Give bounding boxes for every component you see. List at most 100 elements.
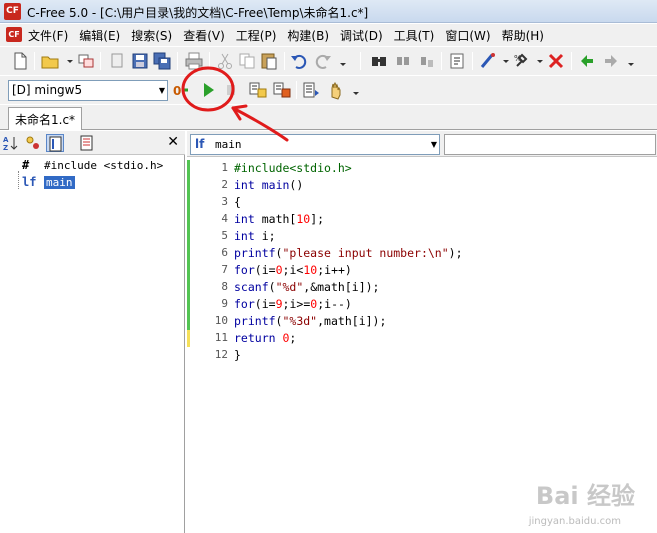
code-line[interactable]: int math[10]; (234, 211, 324, 228)
redo-icon[interactable] (313, 51, 333, 71)
member-select[interactable] (444, 134, 656, 155)
editor-nav-bar: lf main ▼ (187, 131, 657, 157)
class-view-icon[interactable] (46, 134, 64, 152)
code-line[interactable]: } (234, 347, 241, 364)
print-icon[interactable] (184, 51, 204, 71)
compiler-select[interactable]: [D] mingw5 ▼ (8, 80, 168, 101)
change-marker (187, 211, 190, 228)
menu-window[interactable]: 窗口(W) (445, 27, 490, 44)
code-line[interactable]: printf("%3d",math[i]); (234, 313, 386, 330)
stop-icon[interactable] (546, 51, 566, 71)
tree-item-main[interactable]: lf main (12, 174, 75, 190)
close-file-icon[interactable] (108, 51, 128, 71)
file-tab-bar: 未命名1.c* (0, 105, 657, 130)
change-marker (187, 279, 190, 296)
svg-text:Z: Z (3, 144, 8, 152)
forward-dropdown-icon[interactable] (621, 51, 634, 71)
bookmark-icon[interactable] (447, 51, 467, 71)
function-select-value: main (215, 138, 242, 151)
code-line[interactable]: return 0; (234, 330, 296, 347)
cut-icon[interactable] (215, 51, 235, 71)
menu-search[interactable]: 搜索(S) (131, 27, 172, 44)
change-marker (187, 330, 190, 347)
open-dropdown-icon[interactable] (60, 51, 73, 71)
code-line[interactable]: int i; (234, 228, 276, 245)
code-line[interactable]: #include<stdio.h> (234, 160, 352, 177)
replace-icon[interactable] (417, 51, 437, 71)
preprocessor-icon: # (22, 158, 30, 172)
open-folder-icon[interactable] (40, 51, 60, 71)
menu-debug[interactable]: 调试(D) (340, 27, 383, 44)
stop-run-icon[interactable] (221, 80, 241, 100)
code-line[interactable]: scanf("%d",&math[i]); (234, 279, 379, 296)
save-all-icon[interactable] (152, 51, 172, 71)
menu-view[interactable]: 查看(V) (183, 27, 225, 44)
menu-app-icon[interactable]: CF (6, 27, 22, 42)
sort-az-icon[interactable]: AZ (3, 134, 21, 152)
menu-tools[interactable]: 工具(T) (394, 27, 435, 44)
compile-tools-icon[interactable] (478, 51, 498, 71)
compile-dropdown-icon[interactable] (496, 51, 509, 71)
save-icon[interactable] (130, 51, 150, 71)
tree-item-label: #include <stdio.h> (44, 158, 164, 172)
build-all-icon[interactable] (272, 80, 292, 100)
code-line[interactable]: for(i=0;i<10;i++) (234, 262, 352, 279)
line-number: 9 (221, 297, 228, 310)
step-icon[interactable] (301, 80, 321, 100)
menu-help[interactable]: 帮助(H) (502, 27, 544, 44)
find-next-icon[interactable] (393, 51, 413, 71)
menu-edit[interactable]: 编辑(E) (79, 27, 120, 44)
new-file-icon[interactable] (10, 51, 30, 71)
function-select[interactable]: lf main ▼ (190, 134, 440, 155)
baidu-watermark-url: jingyan.baidu.com (528, 516, 621, 527)
paste-icon[interactable] (259, 51, 279, 71)
menu-file[interactable]: 文件(F) (28, 27, 68, 44)
code-line[interactable]: for(i=9;i>=0;i--) (234, 296, 352, 313)
compiler-value: [D] mingw5 (12, 83, 83, 97)
panel-toolbar: AZ ✕ (0, 131, 185, 155)
rebuild-icon[interactable]: 0 (172, 80, 192, 100)
main-toolbar: % (0, 47, 657, 75)
svg-text:0: 0 (173, 84, 181, 98)
menu-project[interactable]: 工程(P) (236, 27, 277, 44)
find-icon[interactable] (369, 51, 389, 71)
chevron-down-icon[interactable]: ▼ (431, 135, 437, 154)
hand-dropdown-icon[interactable] (346, 80, 359, 100)
svg-text:%: % (514, 54, 522, 63)
code-line[interactable]: { (234, 194, 241, 211)
baidu-watermark: Bai 经验 (535, 482, 635, 510)
back-arrow-icon[interactable] (577, 51, 597, 71)
build-toolbar: [D] mingw5 ▼ 0 (0, 76, 657, 104)
code-line[interactable]: int main() (234, 177, 303, 194)
file-view-icon[interactable] (78, 134, 96, 152)
forward-arrow-icon[interactable] (601, 51, 621, 71)
redo-dropdown-icon[interactable] (333, 51, 346, 71)
build-icon[interactable] (248, 80, 268, 100)
change-marker (187, 160, 190, 177)
copy-icon[interactable] (237, 51, 257, 71)
options-dropdown-icon[interactable] (530, 51, 543, 71)
tab-untitled1[interactable]: 未命名1.c* (8, 107, 83, 130)
line-number: 6 (221, 246, 228, 259)
change-marker (187, 245, 190, 262)
undo-icon[interactable] (289, 51, 309, 71)
change-marker (187, 228, 190, 245)
line-number: 4 (221, 212, 228, 225)
line-number: 12 (214, 348, 228, 361)
line-number: 10 (214, 314, 228, 327)
hand-icon[interactable] (326, 80, 346, 100)
group-icon[interactable] (24, 134, 42, 152)
chevron-down-icon[interactable]: ▼ (157, 81, 167, 100)
close-icon[interactable]: ✕ (167, 134, 179, 150)
project-icon[interactable] (76, 51, 96, 71)
run-icon[interactable] (198, 80, 218, 100)
menu-build[interactable]: 构建(B) (287, 27, 329, 44)
line-number: 1 (221, 161, 228, 174)
change-marker (187, 313, 190, 330)
code-editor[interactable]: lf main ▼ 1 2 3 4 5 6 7 8 9 10 11 12 #include<stdio… (187, 131, 657, 533)
code-line[interactable]: printf("please input number:\n"); (234, 245, 463, 262)
change-marker (187, 296, 190, 313)
line-number-gutter: 1 2 3 4 5 6 7 8 9 10 11 12 (187, 158, 231, 533)
tree-item-include[interactable]: # #include <stdio.h> (12, 157, 163, 173)
options-icon[interactable]: % (512, 51, 532, 71)
